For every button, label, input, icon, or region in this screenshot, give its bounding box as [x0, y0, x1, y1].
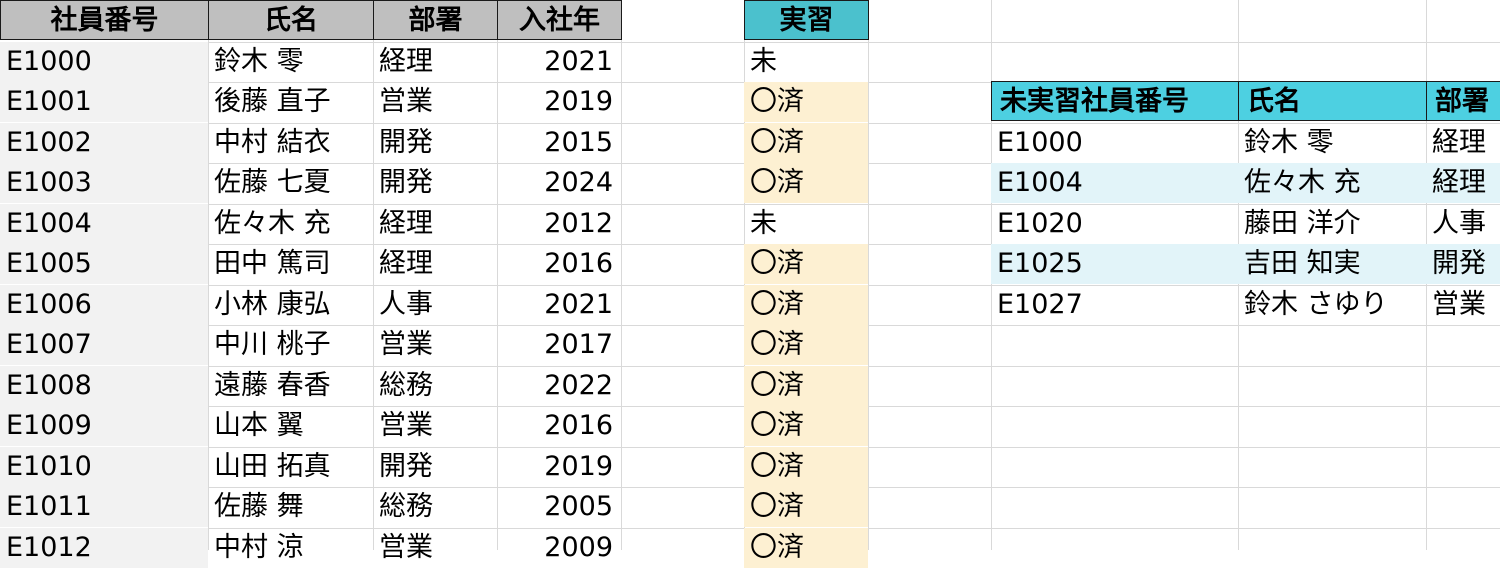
- untrained-name-cell[interactable]: 佐々木 充: [1238, 163, 1426, 203]
- employee-id-cell[interactable]: E1002: [0, 123, 208, 163]
- untrained-employee-id-cell[interactable]: E1027: [991, 285, 1238, 325]
- department-cell[interactable]: 総務: [373, 487, 497, 527]
- header-cell-dept[interactable]: 部署: [373, 0, 498, 40]
- employee-id-cell[interactable]: E1009: [0, 406, 208, 446]
- department-cell[interactable]: 営業: [373, 406, 497, 446]
- hire-year-cell[interactable]: 2021: [497, 42, 621, 82]
- employee-id-cell[interactable]: E1008: [0, 366, 208, 406]
- employee-id-cell[interactable]: E1007: [0, 325, 208, 365]
- employee-id-cell[interactable]: E1001: [0, 82, 208, 122]
- employee-name-cell[interactable]: 中村 涼: [208, 528, 373, 568]
- training-status-cell[interactable]: 〇済: [744, 244, 868, 284]
- employee-name-cell[interactable]: 中川 桃子: [208, 325, 373, 365]
- employee-id-cell[interactable]: E1012: [0, 528, 208, 568]
- hire-year-cell[interactable]: 2016: [497, 406, 621, 446]
- hire-year-cell[interactable]: 2022: [497, 366, 621, 406]
- employee-name-cell[interactable]: 鈴木 零: [208, 42, 373, 82]
- department-cell[interactable]: 開発: [373, 163, 497, 203]
- header-cell-id[interactable]: 社員番号: [0, 0, 209, 40]
- header-cell-year[interactable]: 入社年: [497, 0, 622, 40]
- employee-name-cell[interactable]: 山田 拓真: [208, 447, 373, 487]
- employee-name-cell[interactable]: 田中 篤司: [208, 244, 373, 284]
- header-cell-name[interactable]: 氏名: [208, 0, 374, 40]
- employee-name-cell[interactable]: 小林 康弘: [208, 285, 373, 325]
- untrained-header-id[interactable]: 未実習社員番号: [991, 81, 1239, 121]
- training-status-cell[interactable]: 未: [744, 42, 868, 82]
- employee-name-cell[interactable]: 佐々木 充: [208, 204, 373, 244]
- training-status-cell[interactable]: 〇済: [744, 528, 868, 568]
- untrained-name-cell[interactable]: 鈴木 零: [1238, 123, 1426, 163]
- untrained-name-cell[interactable]: 藤田 洋介: [1238, 204, 1426, 244]
- employee-id-cell[interactable]: E1010: [0, 447, 208, 487]
- employee-name-cell[interactable]: 後藤 直子: [208, 82, 373, 122]
- training-status-cell[interactable]: 未: [744, 204, 868, 244]
- employee-name-cell[interactable]: 佐藤 舞: [208, 487, 373, 527]
- employee-name-cell[interactable]: 中村 結衣: [208, 123, 373, 163]
- hire-year-cell[interactable]: 2024: [497, 163, 621, 203]
- employee-id-cell[interactable]: E1003: [0, 163, 208, 203]
- untrained-department-cell[interactable]: 経理: [1426, 123, 1500, 163]
- training-status-cell[interactable]: 〇済: [744, 163, 868, 203]
- training-status-cell[interactable]: 〇済: [744, 285, 868, 325]
- hire-year-cell[interactable]: 2019: [497, 447, 621, 487]
- employee-id-cell[interactable]: E1006: [0, 285, 208, 325]
- employee-id-cell[interactable]: E1011: [0, 487, 208, 527]
- untrained-name-cell[interactable]: 吉田 知実: [1238, 244, 1426, 284]
- untrained-department-cell[interactable]: 開発: [1426, 244, 1500, 284]
- department-cell[interactable]: 営業: [373, 325, 497, 365]
- department-cell[interactable]: 経理: [373, 42, 497, 82]
- untrained-header-dept[interactable]: 部署: [1426, 81, 1500, 121]
- training-status-cell[interactable]: 〇済: [744, 123, 868, 163]
- department-cell[interactable]: 人事: [373, 285, 497, 325]
- untrained-employee-id-cell[interactable]: E1004: [991, 163, 1238, 203]
- hire-year-cell[interactable]: 2015: [497, 123, 621, 163]
- untrained-department-cell[interactable]: 人事: [1426, 204, 1500, 244]
- header-cell-training[interactable]: 実習: [744, 0, 869, 40]
- untrained-employee-id-cell[interactable]: E1000: [991, 123, 1238, 163]
- training-status-cell[interactable]: 〇済: [744, 366, 868, 406]
- department-cell[interactable]: 開発: [373, 447, 497, 487]
- employee-id-cell[interactable]: E1005: [0, 244, 208, 284]
- hire-year-cell[interactable]: 2021: [497, 285, 621, 325]
- hire-year-cell[interactable]: 2019: [497, 82, 621, 122]
- department-cell[interactable]: 経理: [373, 244, 497, 284]
- training-status-cell[interactable]: 〇済: [744, 447, 868, 487]
- employee-name-cell[interactable]: 佐藤 七夏: [208, 163, 373, 203]
- employee-id-cell[interactable]: E1000: [0, 42, 208, 82]
- department-cell[interactable]: 開発: [373, 123, 497, 163]
- employee-id-cell[interactable]: E1004: [0, 204, 208, 244]
- training-status-cell[interactable]: 〇済: [744, 406, 868, 446]
- department-cell[interactable]: 営業: [373, 528, 497, 568]
- employee-name-cell[interactable]: 遠藤 春香: [208, 366, 373, 406]
- training-status-cell[interactable]: 〇済: [744, 487, 868, 527]
- hire-year-cell[interactable]: 2012: [497, 204, 621, 244]
- employee-name-cell[interactable]: 山本 翼: [208, 406, 373, 446]
- untrained-header-name[interactable]: 氏名: [1238, 81, 1427, 121]
- hire-year-cell[interactable]: 2016: [497, 244, 621, 284]
- training-status-cell[interactable]: 〇済: [744, 325, 868, 365]
- untrained-department-cell[interactable]: 営業: [1426, 285, 1500, 325]
- untrained-employee-id-cell[interactable]: E1025: [991, 244, 1238, 284]
- untrained-employee-id-cell[interactable]: E1020: [991, 204, 1238, 244]
- training-status-cell[interactable]: 〇済: [744, 82, 868, 122]
- untrained-name-cell[interactable]: 鈴木 さゆり: [1238, 285, 1426, 325]
- hire-year-cell[interactable]: 2005: [497, 487, 621, 527]
- hire-year-cell[interactable]: 2009: [497, 528, 621, 568]
- department-cell[interactable]: 営業: [373, 82, 497, 122]
- hire-year-cell[interactable]: 2017: [497, 325, 621, 365]
- department-cell[interactable]: 総務: [373, 366, 497, 406]
- department-cell[interactable]: 経理: [373, 204, 497, 244]
- untrained-department-cell[interactable]: 経理: [1426, 163, 1500, 203]
